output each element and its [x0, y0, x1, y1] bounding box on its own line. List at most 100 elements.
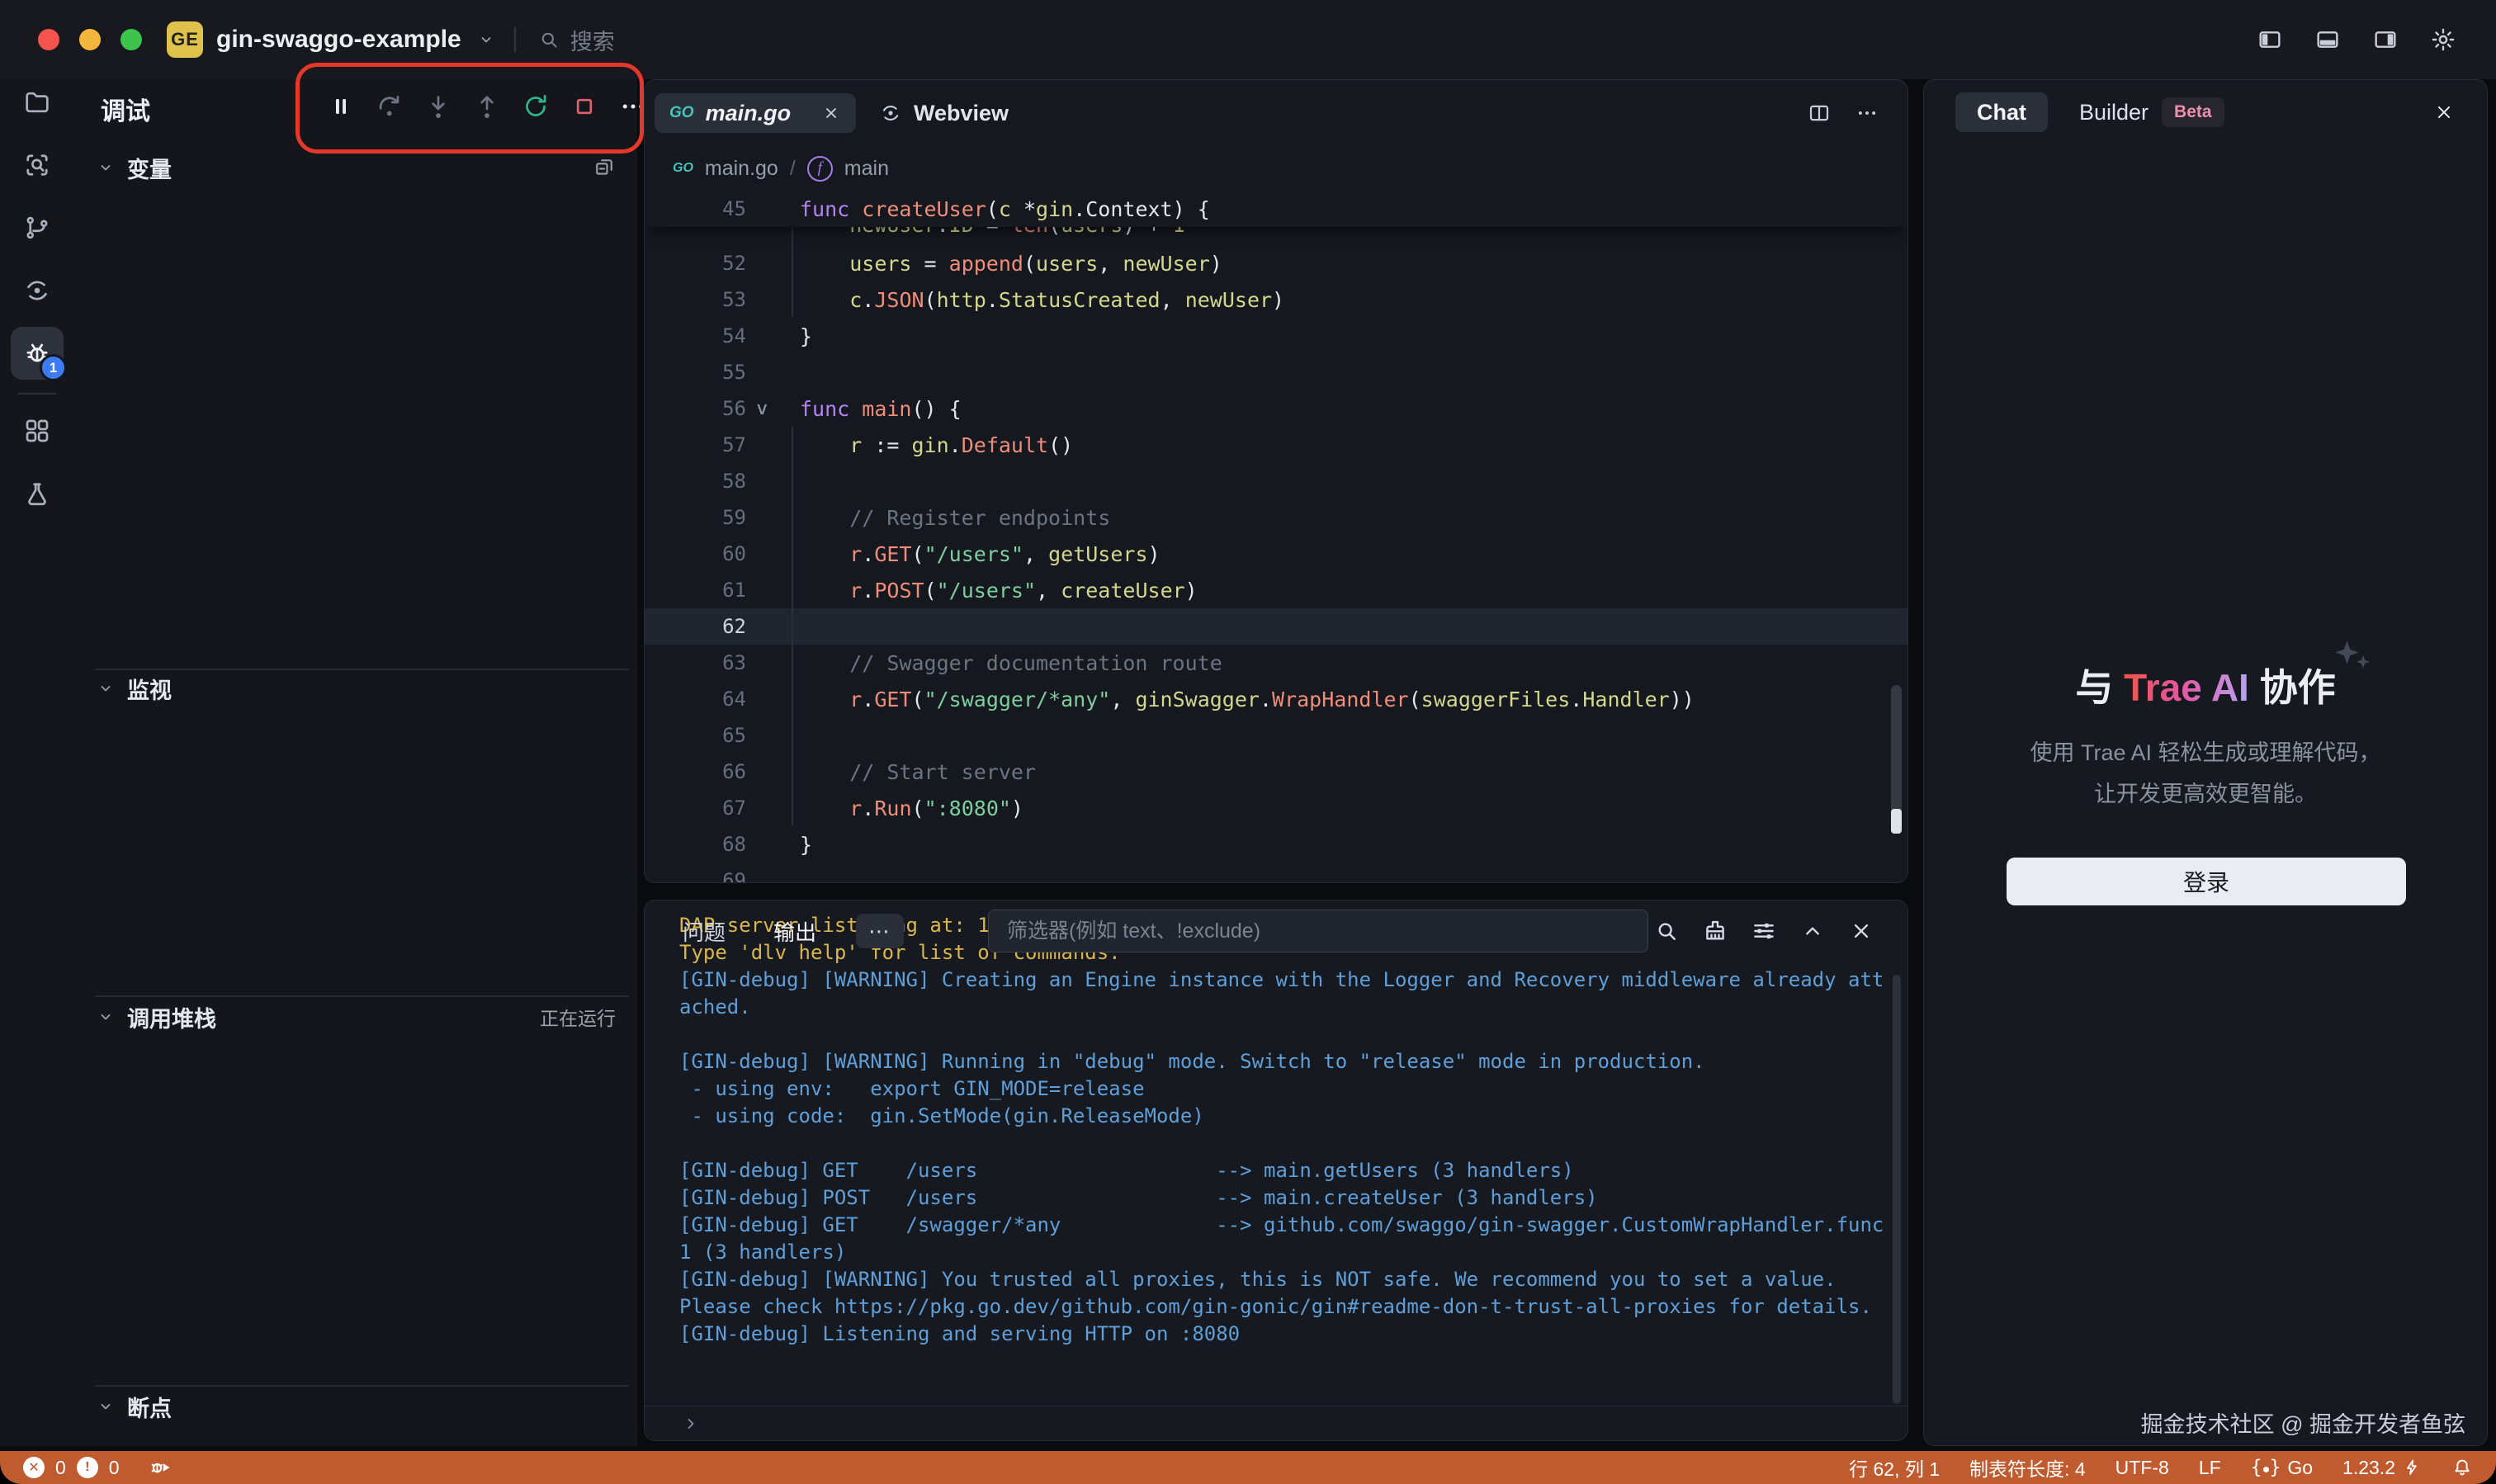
collapse-all-button[interactable]: [593, 156, 616, 179]
tab-builder[interactable]: Builder: [2079, 100, 2149, 125]
line-number[interactable]: 66: [645, 760, 783, 783]
settings-button[interactable]: [2425, 21, 2461, 58]
line-number[interactable]: 65: [645, 724, 783, 747]
line-number[interactable]: 58: [645, 470, 783, 493]
activity-explorer-button[interactable]: [11, 76, 64, 129]
language-mode[interactable]: {} Go: [2251, 1457, 2313, 1479]
activity-debug-button[interactable]: 1: [11, 327, 64, 380]
toggle-bottom-panel-button[interactable]: [2309, 21, 2346, 58]
encoding[interactable]: UTF-8: [2115, 1457, 2169, 1479]
minimize-window-button[interactable]: [79, 29, 101, 50]
line-number[interactable]: 60: [645, 542, 783, 565]
code-line[interactable]: 56∨func main() {: [645, 390, 1907, 427]
panel-more-button[interactable]: ⋯: [856, 914, 904, 948]
line-number[interactable]: 53: [645, 288, 783, 311]
line-number[interactable]: 64: [645, 688, 783, 711]
code-line[interactable]: 54}: [645, 318, 1907, 354]
error-count[interactable]: 0: [55, 1457, 66, 1479]
activity-testing-button[interactable]: [11, 467, 64, 520]
go-version[interactable]: 1.23.2: [2342, 1457, 2422, 1479]
tab-webview[interactable]: Webview: [879, 101, 1009, 126]
breadcrumb-file[interactable]: main.go: [705, 157, 778, 181]
line-number[interactable]: 68: [645, 833, 783, 856]
step-into-button[interactable]: [419, 87, 457, 125]
debug-console[interactable]: DAP server listening at: 127.0.0.1:60455…: [679, 912, 1890, 1348]
code-editor[interactable]: 45func createUser(c *gin.Context) { newU…: [645, 191, 1907, 882]
cursor-position[interactable]: 行 62, 列 1: [1849, 1453, 1940, 1482]
code-line[interactable]: 61 r.POST("/users", createUser): [645, 572, 1907, 608]
restart-button[interactable]: [517, 87, 555, 125]
activity-preview-button[interactable]: [11, 264, 64, 317]
close-window-button[interactable]: [38, 29, 59, 50]
activity-source-control-button[interactable]: [11, 201, 64, 254]
line-number[interactable]: 57: [645, 433, 783, 456]
code-line[interactable]: 55: [645, 354, 1907, 390]
code-line[interactable]: 66 // Start server: [645, 754, 1907, 790]
code-line-current[interactable]: 62: [645, 608, 1907, 645]
toggle-left-sidebar-button[interactable]: [2252, 21, 2288, 58]
line-number[interactable]: 59: [645, 506, 783, 529]
activity-search-button[interactable]: [11, 139, 64, 191]
step-over-button[interactable]: [371, 87, 409, 125]
activity-extensions-button[interactable]: [11, 404, 64, 457]
warnings-icon[interactable]: !: [77, 1457, 98, 1478]
debug-start-button[interactable]: [149, 1456, 172, 1479]
code-line[interactable]: 67 r.Run(":8080"): [645, 790, 1907, 826]
section-variables[interactable]: 变量: [74, 149, 637, 186]
tab-main-go[interactable]: GO main.go: [655, 93, 856, 133]
tab-problems[interactable]: 问题: [683, 916, 726, 947]
maximize-panel-chevron-icon[interactable]: [1799, 918, 1826, 944]
line-number[interactable]: 69: [645, 869, 783, 882]
stop-button[interactable]: [565, 87, 603, 125]
close-tab-button[interactable]: [821, 103, 841, 123]
line-number[interactable]: 55: [645, 361, 783, 384]
errors-icon[interactable]: ✕: [23, 1457, 45, 1478]
fold-chevron-icon[interactable]: ∨: [755, 399, 768, 418]
line-number[interactable]: 54: [645, 324, 783, 347]
line-number[interactable]: 63: [645, 651, 783, 674]
line-number[interactable]: 61: [645, 579, 783, 602]
section-breakpoints[interactable]: 断点: [74, 1388, 637, 1425]
code-line[interactable]: 65: [645, 717, 1907, 754]
tab-chat[interactable]: Chat: [1955, 92, 2048, 132]
code-line[interactable]: 59 // Register endpoints: [645, 499, 1907, 536]
breadcrumb-symbol[interactable]: main: [844, 157, 889, 181]
line-number[interactable]: 45: [645, 197, 783, 220]
code-line[interactable]: 58: [645, 463, 1907, 499]
code-line[interactable]: 45func createUser(c *gin.Context) {: [645, 191, 1907, 227]
code-line[interactable]: 57 r := gin.Default(): [645, 427, 1907, 463]
line-number[interactable]: 67: [645, 796, 783, 820]
search-icon[interactable]: [1653, 918, 1680, 944]
close-panel-icon[interactable]: [1848, 918, 1874, 944]
section-call-stack[interactable]: 调用堆栈 正在运行: [74, 999, 637, 1035]
section-watch[interactable]: 监视: [74, 670, 637, 707]
clear-output-icon[interactable]: [1702, 918, 1728, 944]
line-number[interactable]: 52: [645, 252, 783, 275]
pause-button[interactable]: [322, 87, 360, 125]
code-line[interactable]: 60 r.GET("/users", getUsers): [645, 536, 1907, 572]
code-line[interactable]: 52 users = append(users, newUser): [645, 245, 1907, 281]
filter-sliders-icon[interactable]: [1751, 918, 1777, 944]
project-switcher[interactable]: GE gin-swaggo-example: [167, 21, 496, 58]
editor-scrollbar-handle[interactable]: [1891, 809, 1902, 834]
global-search[interactable]: 搜索: [537, 24, 615, 56]
warning-count[interactable]: 0: [109, 1457, 120, 1479]
login-button[interactable]: 登录: [2007, 858, 2406, 905]
step-out-button[interactable]: [468, 87, 506, 125]
close-ai-panel-button[interactable]: [2432, 101, 2456, 124]
code-line[interactable]: newUser.ID = len(users) + 1: [645, 227, 1907, 245]
more-actions-icon[interactable]: [1855, 101, 1879, 125]
toggle-right-sidebar-button[interactable]: [2367, 21, 2404, 58]
eol-sequence[interactable]: LF: [2199, 1457, 2221, 1479]
line-number[interactable]: 62: [645, 615, 783, 638]
code-line[interactable]: 64 r.GET("/swagger/*any", ginSwagger.Wra…: [645, 681, 1907, 717]
code-line[interactable]: 53 c.JSON(http.StatusCreated, newUser): [645, 281, 1907, 318]
filter-input[interactable]: [988, 910, 1648, 952]
tab-size[interactable]: 制表符长度: 4: [1969, 1453, 2086, 1482]
breadcrumb[interactable]: GO main.go / f main: [645, 146, 1907, 191]
console-scrollbar[interactable]: [1893, 975, 1901, 1404]
code-line[interactable]: 69: [645, 863, 1907, 882]
split-editor-icon[interactable]: [1807, 101, 1832, 125]
notifications-button[interactable]: [2451, 1457, 2473, 1478]
tab-output[interactable]: 输出: [773, 916, 816, 947]
